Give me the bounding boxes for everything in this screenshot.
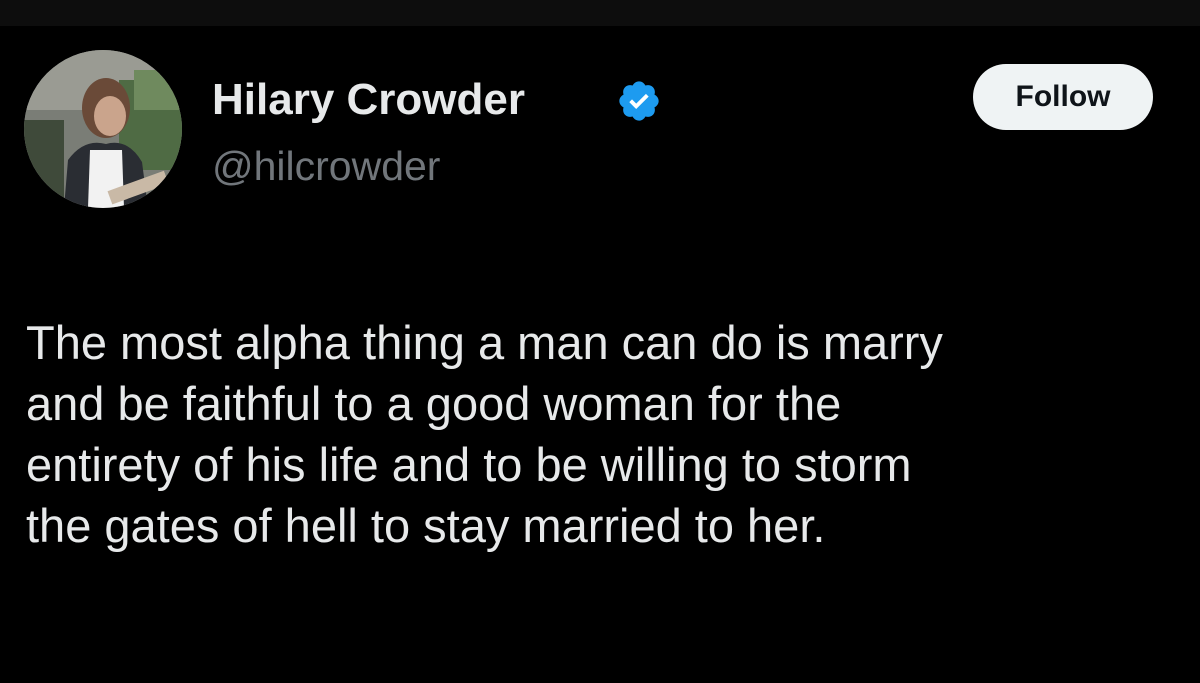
tweet-text-line: and be faithful to a good woman for the xyxy=(26,377,842,430)
tweet-text-line: the gates of hell to stay married to her… xyxy=(26,499,826,552)
tweet-card: Hilary Crowder @hilcrowder Follow The mo… xyxy=(0,26,1200,683)
avatar[interactable] xyxy=(24,50,182,208)
top-bar xyxy=(0,0,1200,26)
tweet-text: The most alpha thing a man can do is mar… xyxy=(26,312,1186,556)
tweet-text-line: The most alpha thing a man can do is mar… xyxy=(26,316,943,369)
follow-button[interactable]: Follow xyxy=(973,64,1153,130)
author-display-name[interactable]: Hilary Crowder xyxy=(212,72,525,128)
author-handle[interactable]: @hilcrowder xyxy=(212,140,440,192)
tweet-text-line: entirety of his life and to be willing t… xyxy=(26,438,912,491)
verified-badge-icon xyxy=(619,81,659,121)
profile-photo xyxy=(24,50,182,208)
